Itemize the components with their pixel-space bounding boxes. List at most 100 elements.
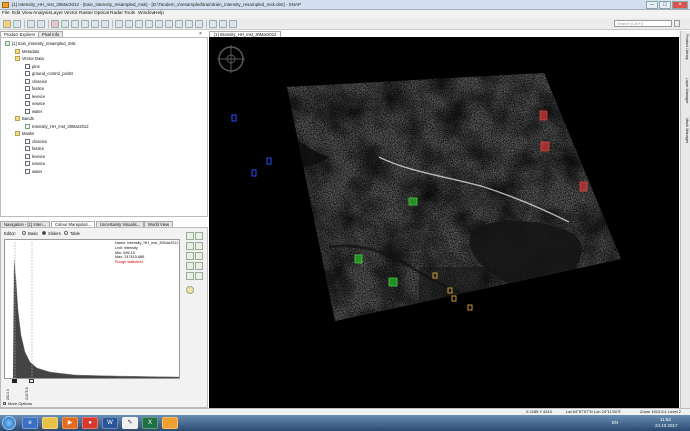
undo-icon[interactable]	[27, 20, 35, 28]
water-sample[interactable]	[251, 169, 257, 177]
leveice-sample[interactable]	[451, 295, 457, 302]
scatter-plot-icon[interactable]	[91, 20, 99, 28]
tree-node[interactable]: pins	[25, 63, 40, 70]
draw-rectangle-icon[interactable]	[165, 20, 173, 28]
percentile-95-icon[interactable]	[195, 252, 203, 260]
percentile-100-icon[interactable]	[186, 262, 194, 270]
info-icon[interactable]	[195, 272, 203, 280]
slider-max-handle[interactable]	[29, 379, 34, 383]
radio-table[interactable]	[64, 231, 68, 235]
close-button[interactable]: ×	[672, 1, 688, 9]
tab-product-library[interactable]: Product Library	[681, 34, 689, 70]
fastice-sample[interactable]	[408, 197, 418, 206]
fastice-sample[interactable]	[354, 254, 363, 264]
zoom-tool-icon[interactable]	[125, 20, 133, 28]
media-app-icon[interactable]: ▶	[62, 417, 78, 429]
tree-node[interactable]: leveice	[25, 93, 45, 100]
reset-icon[interactable]	[186, 232, 194, 240]
tab-layer-manager[interactable]: Layer Manager	[681, 78, 689, 110]
save-product-icon[interactable]	[13, 20, 21, 28]
chrome-app-icon[interactable]: ●	[82, 417, 98, 429]
menu-file[interactable]: File	[2, 11, 10, 16]
zoom-vertical-icon[interactable]	[195, 262, 203, 270]
range-finder-icon[interactable]	[195, 20, 203, 28]
clock-date[interactable]: 24.10.2017	[655, 423, 678, 428]
tree-node[interactable]: newice	[25, 100, 45, 107]
paint-app-icon[interactable]: ✎	[122, 417, 138, 429]
maximize-button[interactable]: □	[659, 1, 671, 9]
select-tool-icon[interactable]	[115, 20, 123, 28]
draw-ellipse-icon[interactable]	[185, 20, 193, 28]
menu-tools[interactable]: Tools	[124, 11, 135, 16]
search-input[interactable]: Search (Ctrl+I)	[614, 20, 672, 27]
menu-vector[interactable]: Vector	[64, 11, 78, 16]
image-view[interactable]	[209, 37, 679, 408]
statistics-icon[interactable]	[81, 20, 89, 28]
menu-analysis[interactable]: Analysis	[33, 11, 51, 16]
menu-window[interactable]: Window	[138, 11, 155, 16]
tree-node[interactable]: Masks	[15, 130, 34, 137]
expand-icon[interactable]	[3, 402, 6, 405]
histogram-icon[interactable]	[71, 20, 79, 28]
tree-node[interactable]: fastice	[25, 85, 44, 92]
band-maths-icon[interactable]	[51, 20, 59, 28]
radio-sliders[interactable]	[42, 231, 46, 235]
tab-mask-manager[interactable]: Mask Manager	[681, 118, 689, 150]
closeice-sample[interactable]	[540, 141, 550, 152]
zoom-horizontal-icon[interactable]	[186, 272, 194, 280]
menu-help[interactable]: Help	[154, 11, 164, 16]
more-options-link[interactable]: More Options	[8, 401, 32, 406]
tree-node[interactable]: ground_control_points	[25, 70, 73, 77]
tree-node[interactable]: water	[25, 108, 42, 115]
tree-node[interactable]: leveice	[25, 153, 45, 160]
closeice-sample[interactable]	[539, 110, 548, 121]
tree-node[interactable]: water	[25, 168, 42, 175]
tree-node[interactable]: Metadata	[15, 48, 39, 55]
slider-min-handle[interactable]	[12, 379, 17, 383]
menu-view[interactable]: View	[22, 11, 32, 16]
minimize-button[interactable]: –	[646, 1, 658, 9]
excel-app-icon[interactable]: X	[142, 417, 158, 429]
help-icon[interactable]	[186, 286, 194, 294]
distribute-icon[interactable]	[186, 252, 194, 260]
tree-node[interactable]: [1] train_intensity_resampled_msk	[5, 40, 76, 47]
tree-node[interactable]: Vector Data	[15, 55, 44, 62]
closeice-sample[interactable]	[579, 181, 588, 192]
pixel-info-icon[interactable]	[61, 20, 69, 28]
world-map-icon[interactable]	[229, 20, 237, 28]
tree-node[interactable]: newice	[25, 160, 45, 167]
menu-optical[interactable]: Optical	[94, 11, 109, 16]
clock-time[interactable]: 11:52	[660, 417, 671, 422]
language-indicator[interactable]: EN	[612, 420, 618, 425]
menu-layer[interactable]: Layer	[51, 11, 63, 16]
tree-node[interactable]: Bands	[15, 115, 34, 122]
export-palette-icon[interactable]	[195, 242, 203, 250]
start-button[interactable]	[2, 416, 16, 430]
water-sample[interactable]	[266, 157, 272, 165]
draw-line-icon[interactable]	[155, 20, 163, 28]
leveice-sample[interactable]	[467, 304, 473, 311]
menu-edit[interactable]: Edit	[12, 11, 20, 16]
ie-app-icon[interactable]: e	[22, 417, 38, 429]
tree-node[interactable]: closeice	[25, 78, 47, 85]
pin-tool-icon[interactable]	[145, 20, 153, 28]
tree-node[interactable]: Intensity_HH_mst_30Mar2012	[25, 123, 89, 130]
profile-plot-icon[interactable]	[101, 20, 109, 28]
menu-radar[interactable]: Radar	[110, 11, 123, 16]
tree-node[interactable]: fastice	[25, 145, 44, 152]
redo-icon[interactable]	[37, 20, 45, 28]
draw-polygon-icon[interactable]	[175, 20, 183, 28]
word-app-icon[interactable]: W	[102, 417, 118, 429]
sync-views-icon[interactable]	[209, 20, 217, 28]
open-product-icon[interactable]	[3, 20, 11, 28]
menu-raster[interactable]: Raster	[79, 11, 93, 16]
tree-node[interactable]: closeice	[25, 138, 47, 145]
water-sample[interactable]	[231, 114, 237, 122]
pan-tool-icon[interactable]	[135, 20, 143, 28]
multi-assign-icon[interactable]	[195, 232, 203, 240]
snap-app-icon[interactable]	[162, 417, 178, 429]
explorer-app-icon[interactable]	[42, 417, 58, 429]
sync-cursor-icon[interactable]	[219, 20, 227, 28]
search-icon[interactable]	[674, 20, 680, 27]
fastice-sample[interactable]	[388, 277, 398, 287]
